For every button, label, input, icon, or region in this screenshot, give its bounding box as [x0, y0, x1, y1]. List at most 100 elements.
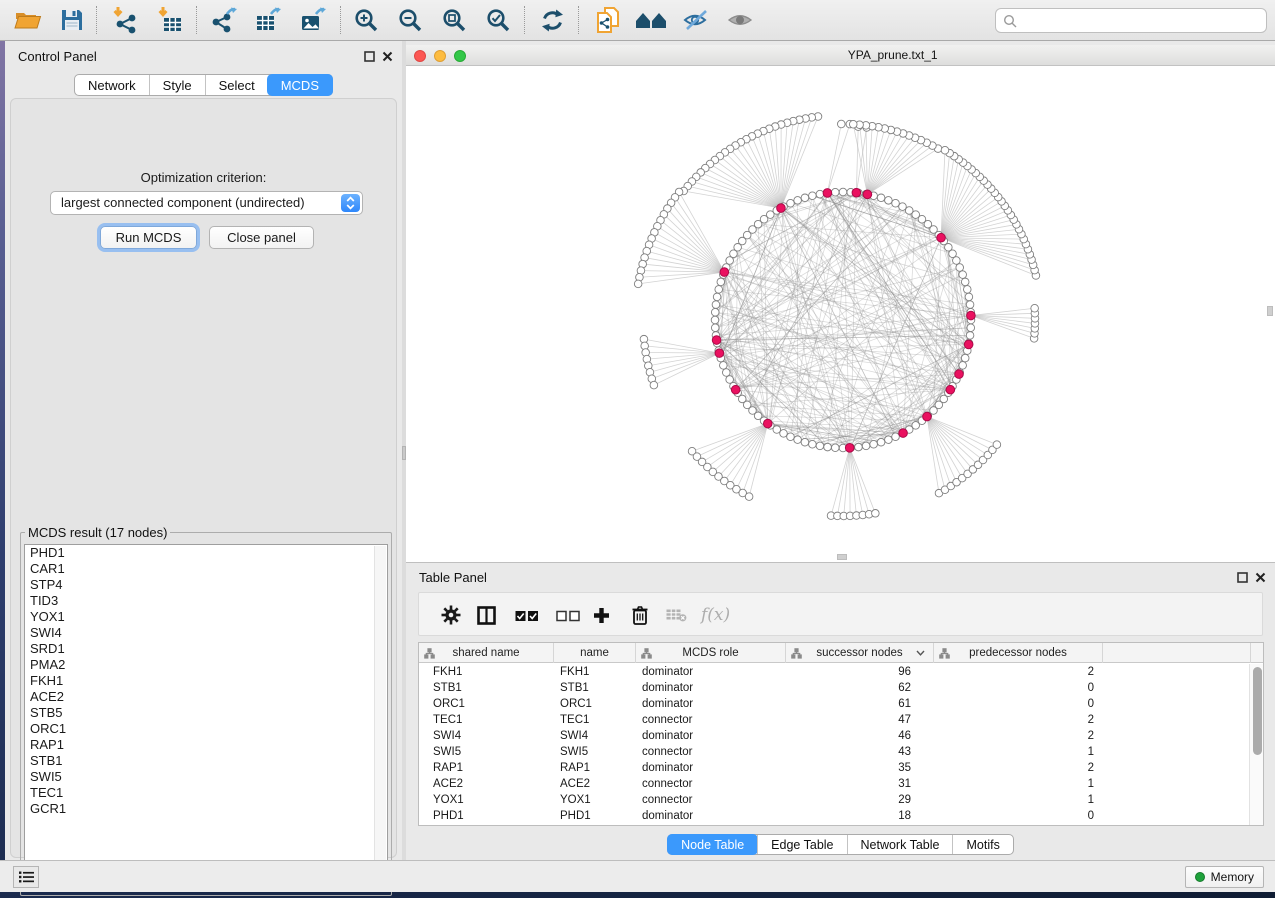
mcds-result-item[interactable]: ACE2: [25, 689, 387, 705]
table-cell[interactable]: 2: [934, 760, 1094, 776]
add-column-button[interactable]: [593, 603, 610, 627]
table-cell[interactable]: SWI5: [560, 744, 630, 760]
table-cell[interactable]: connector: [642, 776, 762, 792]
table-cell[interactable]: 47: [786, 712, 911, 728]
table-cell[interactable]: 2: [934, 728, 1094, 744]
table-cell[interactable]: dominator: [642, 680, 762, 696]
table-cell[interactable]: 0: [934, 680, 1094, 696]
search-field[interactable]: [995, 8, 1267, 33]
table-cell[interactable]: 18: [786, 808, 911, 824]
delete-column-button[interactable]: [631, 603, 649, 627]
mcds-result-item[interactable]: STP4: [25, 577, 387, 593]
console-button[interactable]: [13, 866, 39, 888]
table-cell[interactable]: YOX1: [560, 792, 630, 808]
table-cell[interactable]: STB1: [560, 680, 630, 696]
table-cell[interactable]: 2: [934, 664, 1094, 680]
table-cell[interactable]: 61: [786, 696, 911, 712]
run-mcds-button[interactable]: Run MCDS: [100, 226, 197, 249]
hide-selected-button[interactable]: [676, 5, 716, 35]
table-cell[interactable]: 1: [934, 744, 1094, 760]
table-row[interactable]: RAP1 RAP1 dominator 35 2: [419, 760, 1249, 776]
table-cell[interactable]: ORC1: [560, 696, 630, 712]
table-cell[interactable]: SWI4: [560, 728, 630, 744]
tab-edge-table[interactable]: Edge Table: [757, 835, 846, 854]
table-cell[interactable]: 0: [934, 808, 1094, 824]
save-session-button[interactable]: [52, 5, 92, 35]
table-row[interactable]: PHD1PHD1dominator180: [419, 808, 1249, 824]
network-graph[interactable]: [406, 66, 1275, 562]
close-panel-icon[interactable]: [1254, 571, 1267, 584]
column-header-predecessor-nodes[interactable]: predecessor nodes: [934, 643, 1103, 663]
zoom-in-button[interactable]: [346, 5, 386, 35]
delete-table-button[interactable]: [666, 603, 687, 627]
mcds-result-item[interactable]: SRD1: [25, 641, 387, 657]
table-row[interactable]: STB1STB1dominator620: [419, 680, 1249, 696]
table-cell[interactable]: 35: [786, 760, 911, 776]
column-header-name[interactable]: name: [554, 643, 636, 663]
table-cell[interactable]: 46: [786, 728, 911, 744]
column-header-MCDS-role[interactable]: MCDS role: [636, 643, 786, 663]
close-window-icon[interactable]: [414, 50, 426, 62]
export-image-button[interactable]: [294, 5, 334, 35]
table-cell[interactable]: TEC1: [433, 712, 548, 728]
table-cell[interactable]: 31: [786, 776, 911, 792]
table-row[interactable]: TEC1TEC1connector472: [419, 712, 1249, 728]
mcds-result-item[interactable]: YOX1: [25, 609, 387, 625]
table-cell[interactable]: 43: [786, 744, 911, 760]
show-all-button[interactable]: [720, 5, 760, 35]
select-all-button[interactable]: [515, 603, 539, 627]
mcds-result-item[interactable]: RAP1: [25, 737, 387, 753]
table-cell[interactable]: RAP1: [433, 760, 548, 776]
export-table-button[interactable]: [249, 5, 289, 35]
table-row[interactable]: SWI5SWI5connector431: [419, 744, 1249, 760]
mcds-result-item[interactable]: PHD1: [25, 545, 387, 561]
float-window-icon[interactable]: [1236, 571, 1249, 584]
memory-button[interactable]: Memory: [1185, 866, 1264, 888]
table-cell[interactable]: 1: [934, 776, 1094, 792]
column-header-shared-name[interactable]: shared name: [419, 643, 554, 663]
table-cell[interactable]: 29: [786, 792, 911, 808]
mcds-result-item[interactable]: STB5: [25, 705, 387, 721]
mcds-result-item[interactable]: SWI4: [25, 625, 387, 641]
scrollbar-thumb[interactable]: [1253, 667, 1262, 755]
table-cell[interactable]: 0: [934, 696, 1094, 712]
mcds-result-item[interactable]: TID3: [25, 593, 387, 609]
table-cell[interactable]: FKH1: [433, 664, 548, 680]
zoom-selected-button[interactable]: [478, 5, 518, 35]
mcds-result-item[interactable]: FKH1: [25, 673, 387, 689]
mcds-result-item[interactable]: GCR1: [25, 801, 387, 817]
first-neighbors-button[interactable]: [631, 5, 671, 35]
table-cell[interactable]: ACE2: [433, 776, 548, 792]
table-cell[interactable]: YOX1: [433, 792, 548, 808]
table-cell[interactable]: dominator: [642, 760, 762, 776]
table-cell[interactable]: TEC1: [560, 712, 630, 728]
tab-select[interactable]: Select: [205, 75, 268, 95]
table-cell[interactable]: PHD1: [560, 808, 630, 824]
table-scrollbar[interactable]: [1249, 664, 1263, 825]
mcds-result-item[interactable]: PMA2: [25, 657, 387, 673]
mcds-result-item[interactable]: CAR1: [25, 561, 387, 577]
table-row[interactable]: ACE2ACE2connector311: [419, 776, 1249, 792]
tab-style[interactable]: Style: [149, 75, 205, 95]
tab-node-table[interactable]: Node Table: [667, 834, 758, 855]
v-scroll-grip[interactable]: [1267, 306, 1273, 316]
mcds-result-item[interactable]: STB1: [25, 753, 387, 769]
table-cell[interactable]: RAP1: [560, 760, 630, 776]
import-table-button[interactable]: [149, 5, 189, 35]
float-window-icon[interactable]: [363, 50, 376, 63]
mcds-result-item[interactable]: TEC1: [25, 785, 387, 801]
close-panel-button[interactable]: Close panel: [209, 226, 314, 249]
deselect-all-button[interactable]: [556, 603, 580, 627]
criterion-select[interactable]: largest connected component (undirected): [50, 191, 363, 215]
table-cell[interactable]: ORC1: [433, 696, 548, 712]
table-cell[interactable]: dominator: [642, 664, 762, 680]
refresh-button[interactable]: [532, 5, 572, 35]
tab-mcds[interactable]: MCDS: [267, 74, 333, 96]
table-cell[interactable]: 1: [934, 792, 1094, 808]
search-input[interactable]: [1022, 12, 1266, 29]
zoom-out-button[interactable]: [390, 5, 430, 35]
table-cell[interactable]: SWI4: [433, 728, 548, 744]
tab-network-table[interactable]: Network Table: [847, 835, 953, 854]
network-canvas[interactable]: [406, 66, 1275, 562]
table-cell[interactable]: dominator: [642, 696, 762, 712]
